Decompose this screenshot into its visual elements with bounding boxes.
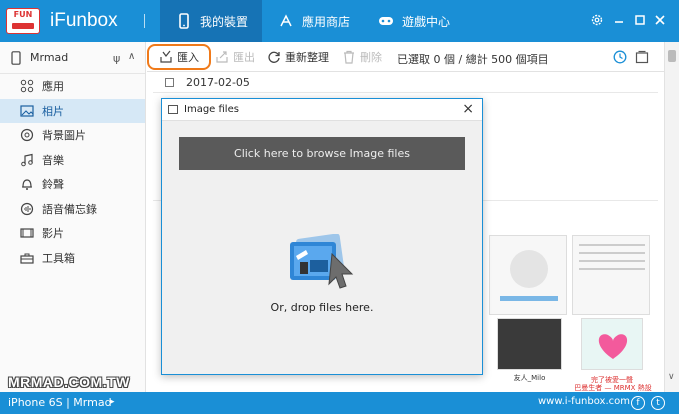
toolbox-icon: [20, 251, 34, 265]
gamepad-icon: [378, 13, 394, 29]
tab-app-store[interactable]: 應用商店: [262, 0, 362, 42]
app-logo: FUN: [6, 8, 40, 34]
delete-label: 刪除: [360, 51, 382, 64]
sidebar-item-photos[interactable]: 相片: [0, 98, 145, 123]
device-selector[interactable]: Mrmad ψ ∧: [0, 42, 145, 74]
drop-files-label: Or, drop files here.: [270, 301, 374, 314]
refresh-icon: [267, 50, 281, 64]
sidebar: Mrmad ψ ∧ 應用 相片 背景圖片 音樂 鈴聲 語音備忘錄 影片 工具箱: [0, 42, 146, 392]
device-status-label: iPhone 6S | Mrmad: [8, 396, 112, 409]
selection-count: 已選取 0 個 / 總計 500 個項目: [397, 53, 549, 66]
sidebar-item-ringtones[interactable]: 鈴聲: [0, 172, 145, 197]
view-mode-icon[interactable]: [635, 50, 649, 64]
date-group-label: 2017-02-05: [186, 76, 250, 89]
clock-icon[interactable]: [613, 50, 627, 64]
browse-files-button[interactable]: Click here to browse Image files: [179, 137, 465, 170]
maximize-icon[interactable]: [633, 13, 647, 27]
title-bar: FUN iFunbox 我的裝置 應用商店 遊戲中心: [0, 0, 679, 42]
photo-thumbnail[interactable]: [489, 235, 567, 315]
music-icon: [20, 153, 34, 167]
facebook-icon[interactable]: f: [631, 396, 645, 410]
appstore-icon: [278, 13, 294, 29]
sidebar-item-music[interactable]: 音樂: [0, 148, 145, 173]
import-label: 匯入: [177, 51, 199, 64]
divider: [153, 92, 658, 93]
photo-icon: [20, 104, 34, 118]
sidebar-item-wallpaper[interactable]: 背景圖片: [0, 123, 145, 148]
chevron-up-icon[interactable]: ∧: [128, 51, 135, 62]
twitter-icon[interactable]: t: [651, 396, 665, 410]
tab-game-center[interactable]: 遊戲中心: [362, 0, 462, 42]
photo-thumbnail[interactable]: [497, 318, 562, 370]
sidebar-item-label: 背景圖片: [42, 129, 86, 143]
date-group-header: 2017-02-05: [165, 76, 250, 89]
scroll-down-arrow-icon[interactable]: ∨: [668, 372, 675, 382]
delete-button[interactable]: 刪除: [342, 49, 382, 65]
device-phone-icon: [11, 50, 21, 65]
logo-text: FUN: [13, 10, 33, 19]
tab-label: 遊戲中心: [402, 14, 451, 29]
sidebar-item-apps[interactable]: 應用: [0, 74, 145, 99]
sidebar-item-label: 音樂: [42, 153, 64, 167]
bell-icon: [20, 177, 34, 191]
video-icon: [20, 226, 34, 240]
sidebar-item-label: 影片: [42, 227, 64, 241]
usb-icon: ψ: [113, 52, 121, 65]
app-title: iFunbox: [50, 10, 118, 31]
dialog-titlebar: Image files ×: [162, 99, 482, 121]
trash-icon: [342, 50, 356, 64]
dialog-title: Image files: [184, 104, 239, 115]
toolbar: 匯入 匯出 重新整理 刪除 已選取 0 個 / 總計 500 個項目: [147, 42, 679, 72]
import-icon: [159, 50, 173, 64]
website-link[interactable]: www.i-funbox.com: [538, 396, 630, 407]
apps-icon: [20, 79, 34, 93]
dialog-close-icon[interactable]: ×: [462, 102, 474, 116]
play-icon[interactable]: ▸: [110, 397, 115, 407]
sidebar-item-label: 鈴聲: [42, 178, 64, 192]
export-icon: [215, 50, 229, 64]
scrollbar-thumb[interactable]: [668, 50, 676, 62]
wallpaper-icon: [20, 128, 34, 142]
minimize-icon[interactable]: [612, 13, 626, 27]
export-label: 匯出: [233, 51, 255, 64]
device-name: Mrmad: [30, 51, 69, 64]
sidebar-item-toolbox[interactable]: 工具箱: [0, 246, 145, 271]
window-icon: [168, 105, 178, 114]
refresh-label: 重新整理: [285, 51, 329, 64]
drop-media-icon: [284, 233, 358, 292]
sidebar-item-voice-memos[interactable]: 語音備忘錄: [0, 197, 145, 222]
sidebar-item-label: 相片: [42, 104, 64, 118]
sidebar-item-label: 工具箱: [42, 251, 75, 265]
import-button[interactable]: 匯入: [159, 49, 199, 65]
export-button[interactable]: 匯出: [215, 49, 255, 65]
title-divider: [144, 14, 145, 28]
settings-icon[interactable]: [590, 13, 604, 27]
sidebar-item-label: 語音備忘錄: [42, 202, 97, 216]
vertical-scrollbar[interactable]: ∨: [664, 42, 679, 392]
status-bar: iPhone 6S | Mrmad ▸ www.i-funbox.com f t: [0, 392, 679, 414]
tab-label: 我的裝置: [200, 14, 249, 29]
image-files-dialog: Image files × Click here to browse Image…: [161, 98, 483, 375]
sidebar-item-videos[interactable]: 影片: [0, 221, 145, 246]
watermark-text: MRMAD.COM.TW: [8, 374, 130, 390]
sidebar-item-label: 應用: [42, 80, 64, 94]
voice-memo-icon: [20, 202, 34, 216]
photo-caption: 友人_Milo: [513, 374, 546, 382]
refresh-button[interactable]: 重新整理: [267, 49, 329, 65]
close-icon[interactable]: [653, 13, 667, 27]
tab-label: 應用商店: [302, 14, 351, 29]
phone-icon: [176, 13, 192, 29]
tab-my-device[interactable]: 我的裝置: [160, 0, 262, 42]
photo-thumbnail[interactable]: [581, 318, 643, 370]
photo-thumbnail[interactable]: [572, 235, 650, 315]
date-group-checkbox[interactable]: [165, 78, 174, 87]
